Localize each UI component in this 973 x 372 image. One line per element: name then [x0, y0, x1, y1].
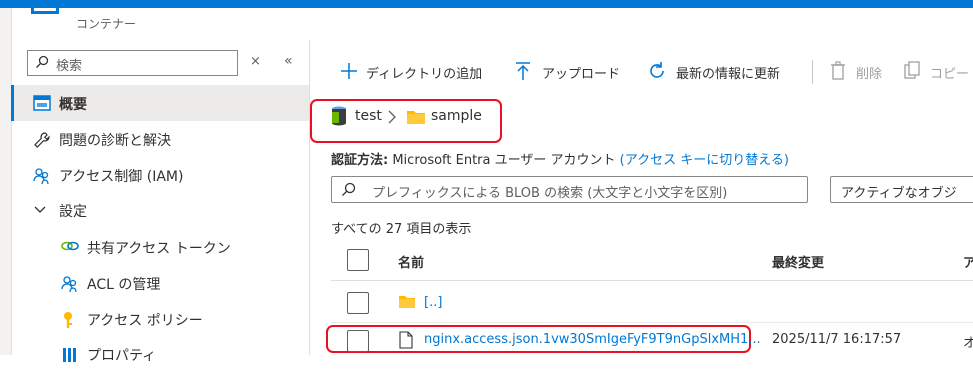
sidebar-item-label: プロパティ [87, 348, 157, 364]
row-checkbox[interactable] [347, 292, 369, 314]
top-accent-bar [0, 0, 973, 8]
row-divider [331, 322, 973, 323]
breadcrumb-folder[interactable]: sample [431, 108, 482, 124]
search-icon [35, 55, 49, 73]
blob-search-placeholder: プレフィックスによる BLOB の検索 (大文字と小文字を区別) [372, 186, 728, 201]
people-icon [33, 167, 51, 189]
sidebar-item-label: 概要 [59, 97, 87, 113]
refresh-icon [647, 61, 667, 85]
clear-search-button[interactable]: × [250, 54, 261, 69]
sidebar-item-label: アクセス ポリシー [87, 313, 203, 329]
sidebar-item-access-policy[interactable]: アクセス ポリシー [11, 301, 309, 337]
sidebar-item-iam[interactable]: アクセス制御 (IAM) [11, 157, 309, 193]
wrench-icon [33, 131, 51, 153]
sidebar-search-input[interactable]: 検索 [27, 50, 238, 76]
refresh-label: 最新の情報に更新 [676, 67, 781, 82]
container-logo-icon [31, 4, 59, 14]
breadcrumb-container[interactable]: test [355, 108, 382, 124]
blob-extra-cell: オ [963, 336, 973, 351]
sidebar-group-settings[interactable]: 設定 [11, 192, 309, 228]
row-checkbox[interactable] [347, 330, 369, 352]
sidebar-item-label: 共有アクセス トークン [87, 241, 231, 257]
collapse-sidebar-button[interactable]: « [284, 53, 293, 69]
sidebar-search-placeholder: 検索 [56, 59, 83, 74]
sidebar-item-label: ACL の管理 [87, 277, 161, 293]
key-icon [61, 311, 75, 333]
sidebar-item-label: アクセス制御 (IAM) [59, 169, 184, 185]
select-all-checkbox[interactable] [347, 249, 369, 271]
switch-to-access-key-link[interactable]: (アクセス キーに切り替える) [620, 153, 789, 168]
upload-label: アップロード [542, 67, 621, 82]
resource-type-subtitle: コンテナー [76, 17, 137, 31]
file-icon [399, 331, 413, 353]
sidebar-item-label: 問題の診断と解決 [59, 133, 171, 149]
search-icon [341, 182, 356, 201]
copy-icon [904, 61, 920, 85]
overview-icon [33, 95, 51, 115]
blob-state-dropdown[interactable]: アクティブなオブジ [830, 176, 973, 203]
folder-icon [406, 109, 426, 129]
upload-icon [514, 61, 532, 85]
sidebar-item-diagnose[interactable]: 問題の診断と解決 [11, 121, 309, 157]
blob-prefix-search-input[interactable]: プレフィックスによる BLOB の検索 (大文字と小文字を区別) [331, 176, 808, 203]
link-icon [61, 239, 79, 257]
plus-icon [339, 61, 359, 85]
sidebar-item-acl[interactable]: ACL の管理 [11, 265, 309, 301]
copy-label: コピー [930, 67, 970, 82]
sidebar-divider [309, 40, 310, 355]
blob-modified-date: 2025/11/7 16:17:57 [772, 332, 902, 347]
auth-method-label: 認証方法: [331, 153, 389, 168]
blob-name-link[interactable]: nginx.access.json.1vw30SmIgeFyF9T9nGpSlx… [424, 332, 761, 347]
item-count-text: すべての 27 項目の表示 [331, 222, 472, 237]
properties-icon [61, 346, 77, 366]
column-header-name[interactable]: 名前 [398, 252, 424, 271]
auth-method-value: Microsoft Entra ユーザー アカウント [392, 153, 616, 168]
add-directory-label: ディレクトリの追加 [366, 67, 483, 82]
column-header-extra[interactable]: ア [963, 252, 973, 271]
sidebar-item-sas[interactable]: 共有アクセス トークン [11, 229, 309, 265]
column-header-modified[interactable]: 最終変更 [772, 252, 824, 271]
sidebar-item-label: 設定 [59, 204, 87, 220]
people-icon [61, 275, 79, 297]
parent-folder-link[interactable]: [..] [424, 295, 442, 310]
chevron-down-icon [33, 202, 47, 220]
blob-state-dropdown-value: アクティブなオブジ [841, 186, 957, 201]
auth-method-line: 認証方法: Microsoft Entra ユーザー アカウント (アクセス キ… [331, 149, 789, 168]
chevron-right-icon [387, 110, 397, 128]
trash-icon [830, 61, 846, 85]
sidebar-item-overview[interactable]: 概要 [11, 85, 309, 121]
sidebar-item-properties[interactable]: プロパティ [11, 336, 309, 372]
folder-icon [398, 295, 416, 313]
toolbar-separator [812, 60, 813, 84]
header-divider [331, 280, 973, 281]
container-icon [331, 106, 347, 130]
delete-label: 削除 [856, 67, 883, 82]
